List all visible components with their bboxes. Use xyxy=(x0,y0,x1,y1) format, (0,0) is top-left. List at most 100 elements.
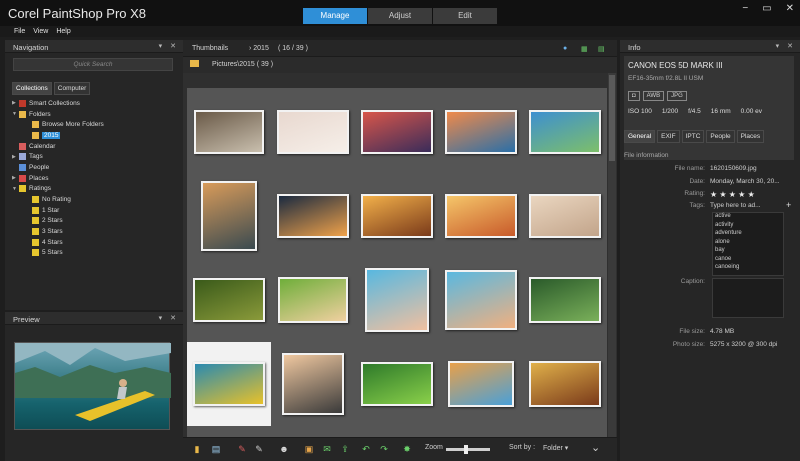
thumbnail-cell[interactable] xyxy=(523,90,607,174)
tab-manage[interactable]: Manage xyxy=(303,8,367,24)
thumbnail-image[interactable] xyxy=(361,362,433,406)
thumbnail-cell[interactable] xyxy=(523,174,607,258)
thumbnail-cell[interactable] xyxy=(355,342,439,426)
thumbnail-image[interactable] xyxy=(445,270,517,330)
grid-view-icon[interactable]: ▦ xyxy=(581,45,588,53)
thumbnail-cell[interactable] xyxy=(523,342,607,426)
thumbnail-cell[interactable] xyxy=(187,90,271,174)
thumbnail-cell[interactable] xyxy=(355,174,439,258)
thumbnail-image[interactable] xyxy=(277,194,349,238)
pen-icon[interactable]: ✎ xyxy=(253,443,265,455)
thumbnail-image[interactable] xyxy=(193,278,265,322)
maximize-icon[interactable]: ▭ xyxy=(762,3,771,14)
thumbnail-image[interactable] xyxy=(277,110,349,154)
breadcrumb[interactable]: › 2015 xyxy=(249,45,269,52)
thumbnail-image[interactable] xyxy=(529,110,601,154)
thumbnail-image[interactable] xyxy=(193,362,265,406)
sort-dropdown[interactable]: Folder ▾ xyxy=(543,444,568,452)
tree-item[interactable]: Calendar xyxy=(12,141,180,152)
caption-input[interactable] xyxy=(712,278,784,318)
chevron-down-icon[interactable]: ⌄ xyxy=(591,441,600,454)
thumbnail-image[interactable] xyxy=(361,194,433,238)
thumbnail-image[interactable] xyxy=(448,361,514,407)
thumbnail-cell[interactable] xyxy=(439,90,523,174)
globe-icon[interactable]: ● xyxy=(563,45,567,52)
thumbnail-image[interactable] xyxy=(278,277,348,323)
tree-item[interactable]: ▼ Folders xyxy=(12,109,180,120)
thumbnail-cell[interactable] xyxy=(187,342,271,426)
add-tag-icon[interactable]: + xyxy=(786,200,791,210)
thumbnail-cell[interactable] xyxy=(439,174,523,258)
thumbnail-cell[interactable] xyxy=(271,90,355,174)
thumbnail-cell[interactable] xyxy=(271,258,355,342)
tree-item[interactable]: 3 Stars xyxy=(12,226,180,237)
thumbnail-image[interactable] xyxy=(529,361,601,407)
share-icon[interactable]: ✉ xyxy=(321,443,333,455)
thumbnail-image[interactable] xyxy=(282,353,344,415)
export-icon[interactable]: ⇪ xyxy=(339,443,351,455)
details-icon[interactable]: ▤ xyxy=(210,443,222,455)
thumbnail-cell[interactable] xyxy=(271,342,355,426)
tag-item[interactable]: alone xyxy=(713,239,783,248)
thumbnail-image[interactable] xyxy=(445,110,517,154)
filmstrip-icon[interactable]: ▮ xyxy=(191,443,203,455)
tag-item[interactable]: active xyxy=(713,213,783,222)
info-controls[interactable]: ▾ ✕ xyxy=(776,42,796,50)
tree-item[interactable]: ▶ Places xyxy=(12,173,180,184)
fix-icon[interactable]: ✸ xyxy=(401,443,413,455)
thumbnail-image[interactable] xyxy=(529,277,601,323)
tree-item[interactable]: Browse More Folders xyxy=(12,119,180,130)
rating-stars[interactable]: ★ ★ ★ ★ ★ xyxy=(710,190,755,199)
tab-computer[interactable]: Computer xyxy=(53,82,91,95)
thumbnail-cell[interactable] xyxy=(187,174,271,258)
rotate-left-icon[interactable]: ↶ xyxy=(360,443,372,455)
tab-adjust[interactable]: Adjust xyxy=(368,8,432,24)
tab-general[interactable]: General xyxy=(624,130,656,143)
expand-icon[interactable]: ▶ xyxy=(12,175,19,181)
tree-item[interactable]: No Rating xyxy=(12,194,180,205)
thumbnail-cell[interactable] xyxy=(355,258,439,342)
list-view-icon[interactable]: ▤ xyxy=(598,45,605,53)
rotate-right-icon[interactable]: ↷ xyxy=(378,443,390,455)
tag-item[interactable]: bay xyxy=(713,247,783,256)
thumbnail-image[interactable] xyxy=(529,194,601,238)
menu-help[interactable]: Help xyxy=(56,26,70,37)
expand-icon[interactable]: ▼ xyxy=(12,111,19,117)
zoom-slider[interactable] xyxy=(446,445,490,454)
thumbnail-cell[interactable] xyxy=(355,90,439,174)
tab-exif[interactable]: EXIF xyxy=(657,130,680,143)
tree-item[interactable]: ▶ Tags xyxy=(12,151,180,162)
thumbnail-cell[interactable] xyxy=(439,342,523,426)
expand-icon[interactable]: ▶ xyxy=(12,100,19,106)
tree-item[interactable]: ▶ Smart Collections xyxy=(12,98,180,109)
tree-item[interactable]: 2 Stars xyxy=(12,216,180,227)
menu-file[interactable]: File xyxy=(14,26,25,37)
quick-search-input[interactable]: Quick Search xyxy=(13,58,173,71)
thumbnail-image[interactable] xyxy=(194,110,264,154)
tag-list[interactable]: active activity adventure alone bay canoe cano… xyxy=(712,212,784,276)
thumbnail-scrollbar[interactable] xyxy=(608,73,616,437)
thumbnail-cell[interactable] xyxy=(439,258,523,342)
thumbnail-image[interactable] xyxy=(361,110,433,154)
minimize-icon[interactable]: − xyxy=(742,3,748,14)
tree-item[interactable]: 2015 xyxy=(12,130,180,141)
preview-controls[interactable]: ▾ ✕ xyxy=(159,314,179,322)
thumbnail-cell[interactable] xyxy=(523,258,607,342)
expand-icon[interactable]: ▼ xyxy=(12,186,19,192)
tag-item[interactable]: canoe xyxy=(713,256,783,265)
tree-item[interactable]: ▼ Ratings xyxy=(12,184,180,195)
expand-icon[interactable]: ▶ xyxy=(12,154,19,160)
close-icon[interactable]: ✕ xyxy=(786,3,794,14)
tree-item[interactable]: 5 Stars xyxy=(12,248,180,259)
photo-icon[interactable]: ▣ xyxy=(303,443,315,455)
tab-collections[interactable]: Collections xyxy=(12,82,52,95)
tree-item[interactable]: 4 Stars xyxy=(12,237,180,248)
person-icon[interactable]: ☻ xyxy=(278,443,290,455)
thumbnail-image[interactable] xyxy=(445,194,517,238)
tree-item[interactable]: People xyxy=(12,162,180,173)
tree-item[interactable]: 1 Star xyxy=(12,205,180,216)
tag-item[interactable]: canoeing xyxy=(713,264,783,273)
brush-icon[interactable]: ✎ xyxy=(236,443,248,455)
tag-item[interactable]: activity xyxy=(713,222,783,231)
zoom-slider-thumb[interactable] xyxy=(464,445,468,454)
